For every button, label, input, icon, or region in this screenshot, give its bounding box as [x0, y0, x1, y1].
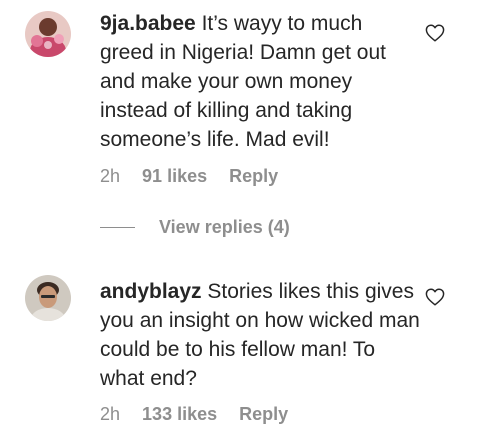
heart-outline-icon[interactable] [425, 24, 445, 42]
view-replies-button[interactable]: View replies (4) [100, 214, 290, 240]
comment-username[interactable]: 9ja.babee [100, 12, 196, 35]
view-replies-rule [100, 226, 135, 228]
comment-likes[interactable]: 133 likes [142, 404, 217, 424]
comment-likes[interactable]: 91 likes [142, 166, 207, 186]
view-replies-label: View replies (4) [159, 216, 290, 237]
comment-time: 2h [100, 404, 121, 424]
comment-username[interactable]: andyblayz [100, 280, 202, 303]
reply-button[interactable]: Reply [239, 404, 288, 424]
comment-item: 9ja.babee It’s wayy to much greed in Nig… [0, 0, 480, 237]
comment-meta: 2h 91 likes Reply [100, 166, 295, 187]
comment-time: 2h [100, 166, 121, 186]
comment-body: andyblayz Stories likes this gives you a… [100, 277, 420, 393]
comment-body: 9ja.babee It’s wayy to much greed in Nig… [100, 9, 420, 154]
avatar[interactable] [25, 275, 71, 321]
comment-meta: 2h 133 likes Reply [100, 404, 305, 425]
avatar[interactable] [25, 11, 71, 57]
reply-button[interactable]: Reply [229, 166, 278, 186]
comment-item: andyblayz Stories likes this gives you a… [0, 262, 480, 431]
heart-outline-icon[interactable] [425, 288, 445, 306]
